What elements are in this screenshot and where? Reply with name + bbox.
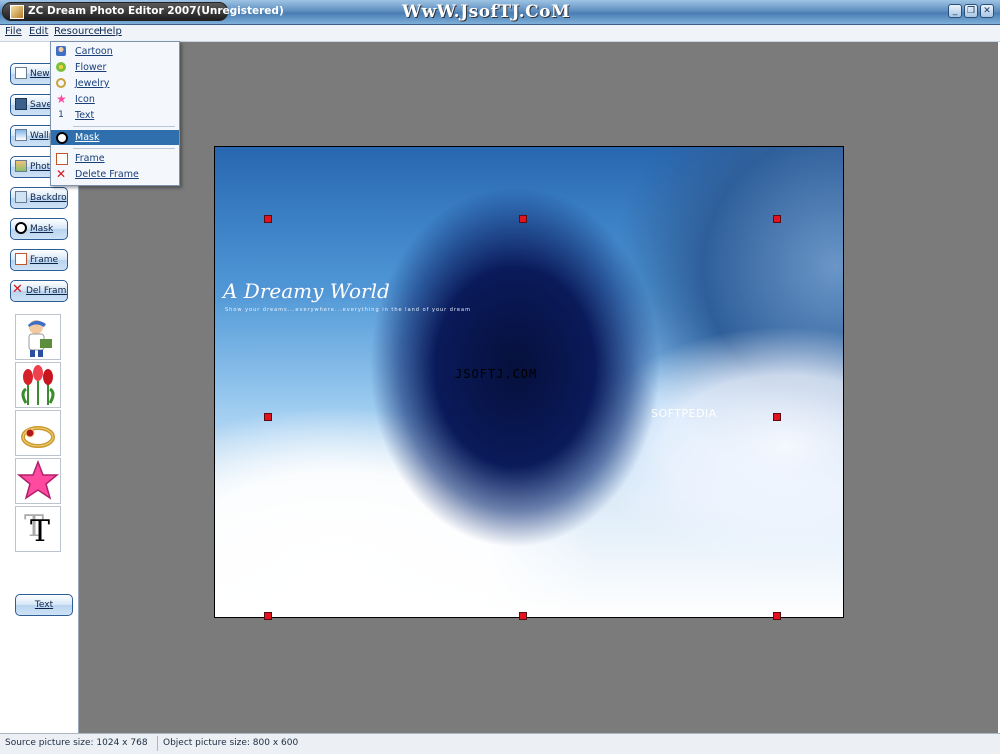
star-icon: ★ [56, 92, 67, 106]
cartoon-icon [28, 320, 52, 357]
app-icon [10, 5, 24, 19]
frame-icon [56, 153, 68, 165]
resize-handle-sw[interactable] [264, 612, 272, 620]
resize-handle-ne[interactable] [773, 215, 781, 223]
resize-handle-se[interactable] [773, 612, 781, 620]
softpedia-watermark: SOFTPEDIA [651, 407, 717, 420]
photo-canvas[interactable]: A Dreamy World Show your dreams...everyw… [214, 146, 844, 618]
workspace[interactable]: A Dreamy World Show your dreams...everyw… [79, 42, 998, 733]
minimize-button[interactable]: _ [948, 4, 962, 18]
mask-icon [56, 132, 68, 144]
frame-button[interactable]: Frame [10, 249, 68, 271]
photo-watermark: JSOFTJ.COM [455, 367, 538, 381]
menu-help[interactable]: Help [99, 26, 122, 37]
jewelry-icon [21, 426, 55, 448]
title-pill: ZC Dream Photo Editor 2007(Unregistered) [2, 2, 284, 21]
mask-button[interactable]: Mask [10, 218, 68, 240]
icon-thumbnail[interactable] [15, 458, 61, 504]
status-bar: Source picture size: 1024 x 768 Object p… [0, 733, 1000, 754]
backdrop-button[interactable]: Backdrop [10, 187, 68, 209]
backdrop-icon [15, 190, 27, 203]
menu-item-text[interactable]: 1 Text [51, 108, 179, 123]
photo-subtitle: Show your dreams...everywhere...everythi… [225, 307, 471, 313]
menu-item-jewelry[interactable]: Jewelry [51, 76, 179, 91]
flower-thumbnail[interactable] [15, 362, 61, 408]
app-window: ZC Dream Photo Editor 2007(Unregistered)… [0, 0, 1000, 754]
title-watermark: WwW.JsofTJ.CoM [402, 2, 571, 22]
source-size-status: Source picture size: 1024 x 768 [5, 738, 148, 748]
resize-handle-nw[interactable] [264, 215, 272, 223]
resize-handle-n[interactable] [519, 215, 527, 223]
star-icon [16, 459, 60, 500]
delete-frame-button[interactable]: ✕ Del Frame [10, 280, 68, 302]
title-bar[interactable]: ZC Dream Photo Editor 2007(Unregistered)… [0, 0, 1000, 25]
menu-item-cartoon[interactable]: Cartoon [51, 44, 179, 59]
menu-resource[interactable]: Resource [54, 26, 100, 37]
photo-icon [15, 159, 27, 172]
menu-bar: File Edit Resource Help [0, 25, 1000, 42]
cartoon-thumbnail[interactable] [15, 314, 61, 360]
resize-handle-s[interactable] [519, 612, 527, 620]
menu-separator [73, 148, 175, 149]
menu-item-flower[interactable]: Flower [51, 60, 179, 75]
flower-icon [56, 62, 66, 72]
frame-icon [15, 252, 27, 265]
object-size-status: Object picture size: 800 x 600 [163, 738, 299, 748]
text-thumbnail[interactable]: T T [15, 506, 61, 552]
close-button[interactable]: ✕ [980, 4, 994, 18]
status-separator [157, 736, 158, 751]
menu-item-mask[interactable]: Mask [51, 130, 179, 145]
menu-file[interactable]: File [5, 26, 22, 37]
jewelry-thumbnail[interactable] [15, 410, 61, 456]
menu-separator [73, 126, 175, 127]
delete-icon: ✕ [56, 167, 67, 181]
menu-item-delete-frame[interactable]: ✕ Delete Frame [51, 167, 179, 182]
resize-handle-w[interactable] [264, 413, 272, 421]
cartoon-icon [56, 46, 66, 56]
window-title: ZC Dream Photo Editor 2007(Unregistered) [28, 5, 284, 17]
menu-item-frame[interactable]: Frame [51, 151, 179, 166]
new-doc-icon [15, 66, 27, 79]
text-icon: 1 [58, 110, 64, 120]
window-controls: _ ❐ ✕ [946, 4, 994, 18]
text-button[interactable]: Text [15, 594, 73, 616]
resize-handle-e[interactable] [773, 413, 781, 421]
menu-item-icon[interactable]: ★ Icon [51, 92, 179, 107]
jewelry-icon [56, 78, 66, 88]
save-icon [15, 97, 27, 110]
resource-menu: Cartoon Flower Jewelry ★ Icon 1 Text Mask … [50, 41, 180, 186]
delete-icon: ✕ [12, 281, 23, 297]
wallpaper-icon [15, 128, 27, 141]
photo-title: A Dreamy World [223, 279, 390, 303]
text-thumb-glyph: T [30, 514, 51, 549]
menu-edit[interactable]: Edit [29, 26, 48, 37]
restore-button[interactable]: ❐ [964, 4, 978, 18]
mask-icon [15, 221, 27, 234]
flower-icon [21, 365, 55, 405]
